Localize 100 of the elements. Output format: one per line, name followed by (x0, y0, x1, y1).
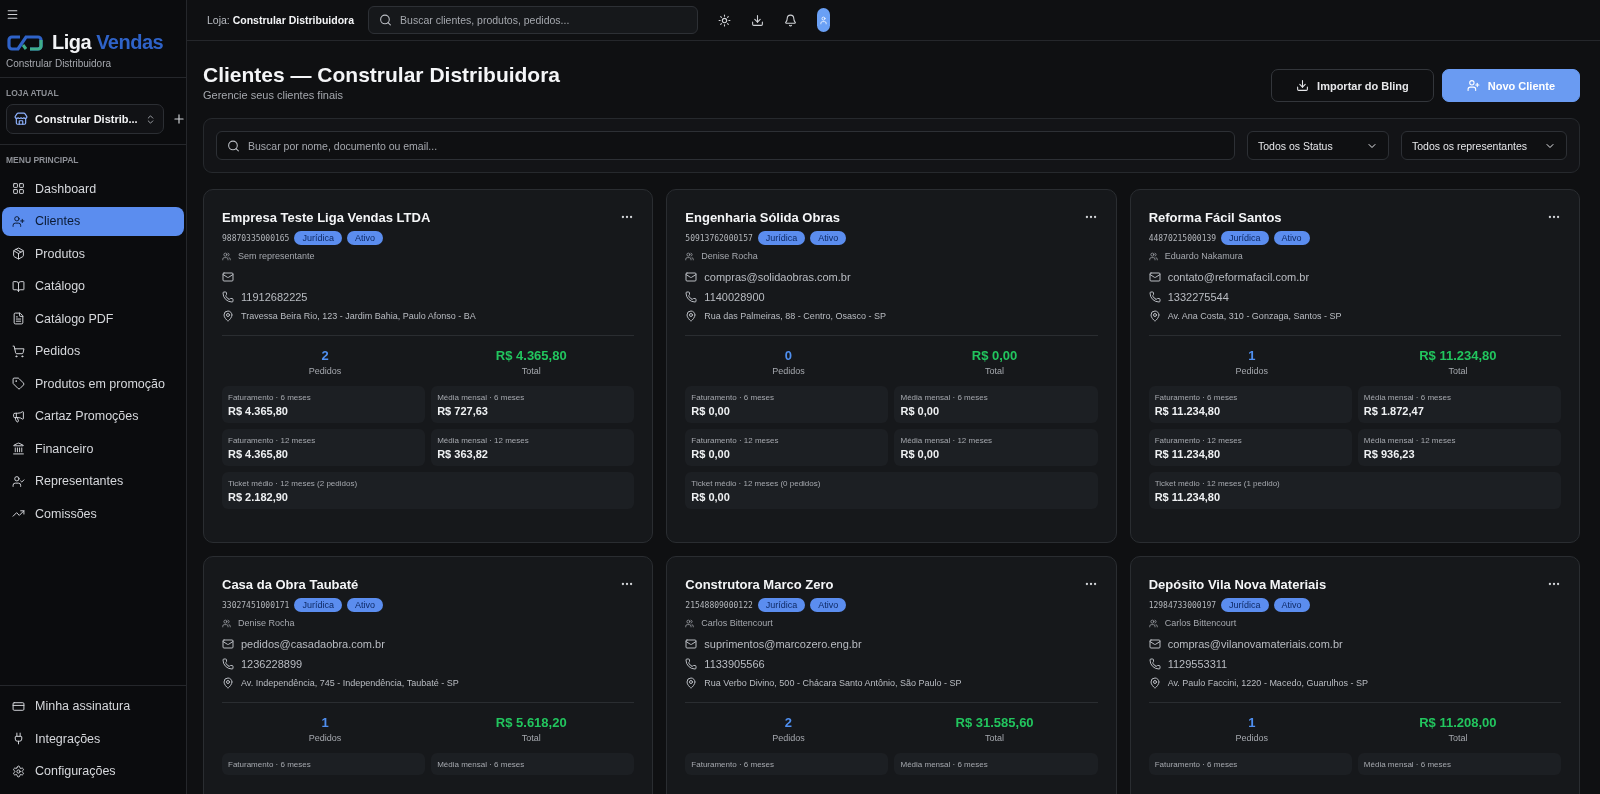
theme-button[interactable] (718, 13, 732, 27)
card-icon (12, 699, 25, 713)
nav-item[interactable]: Cartaz Promoções (2, 401, 184, 431)
grid-icon (12, 182, 25, 196)
tag: Jurídica (294, 598, 342, 612)
client-name: Engenharia Sólida Obras (685, 210, 840, 225)
nav-item[interactable]: Minha assinatura (2, 691, 184, 721)
metric-value: R$ 2.182,90 (228, 491, 289, 503)
user-icon (819, 15, 829, 25)
section-label: MENU PRINCIPAL (5, 155, 80, 167)
location-icon (222, 677, 234, 689)
nav-item[interactable]: Pedidos (2, 336, 184, 366)
store-icon (14, 112, 28, 126)
nav-item[interactable]: Configurações (2, 756, 184, 786)
metric-label: Faturamento · 6 meses (691, 393, 776, 402)
nav-item[interactable]: Produtos em promoção (2, 369, 184, 399)
nav-item[interactable]: Financeiro (2, 434, 184, 464)
users-icon (1148, 251, 1158, 261)
metric-value: R$ 0,00 (900, 405, 940, 417)
metric-label: Média mensal · 12 meses (900, 436, 994, 445)
stat-label: Total (521, 733, 541, 743)
nav-item[interactable]: Catálogo (2, 271, 184, 301)
box-icon (12, 247, 25, 261)
representative-dropdown[interactable]: Todos os representantes (1401, 131, 1567, 160)
client-email: pedidos@casadaobra.com.br (241, 638, 385, 650)
plug-icon (12, 732, 25, 746)
total-amount: R$ 11.208,00 (1419, 715, 1497, 730)
document-number: 33027451000171 (222, 600, 290, 610)
notifications-button[interactable] (784, 13, 798, 27)
metric-value: R$ 0,00 (691, 491, 731, 503)
nav-item[interactable]: Catálogo PDF (2, 304, 184, 334)
client-address: Av. Paulo Faccini, 1220 - Macedo, Guarulhos - SP (1167, 678, 1368, 688)
stat-label: Total (1448, 366, 1468, 376)
avatar-button[interactable] (817, 8, 831, 32)
bank-icon (12, 442, 25, 456)
store-selector[interactable]: Constrular Distrib... (6, 104, 164, 134)
status-dropdown[interactable]: Todos os Status (1247, 131, 1389, 160)
metric-value: R$ 11.234,80 (1154, 405, 1222, 417)
nav-item[interactable]: Comissões (2, 499, 184, 529)
nav-item[interactable]: Representantes (2, 466, 184, 496)
section-label: LOJA ATUAL (6, 88, 60, 98)
stat-label: Pedidos (308, 366, 342, 376)
client-name: Reforma Fácil Santos (1148, 210, 1282, 225)
search-field[interactable]: Buscar por nome, documento ou email... (216, 131, 1235, 160)
nav-item[interactable]: Dashboard (2, 174, 184, 204)
representative-name: Denise Rocha (238, 618, 295, 628)
client-email: compras@solidaobras.com.br (704, 271, 851, 283)
mail-icon (1148, 271, 1161, 283)
tag: Ativo (810, 231, 847, 245)
metric-label: Faturamento · 12 meses (228, 436, 317, 445)
client-email: compras@vilanovamateriais.com.br (1167, 638, 1343, 650)
metric-label: Faturamento · 6 meses (228, 393, 312, 402)
nav-item[interactable]: Clientes (2, 206, 184, 236)
menu-button[interactable] (6, 8, 19, 21)
orders-count: 1 (321, 715, 329, 730)
metric-label: Média mensal · 6 meses (900, 760, 989, 769)
metric-label: Ticket médio · 12 meses (1 pedido) (1154, 479, 1281, 488)
metric-value: R$ 11.234,80 (1154, 491, 1222, 503)
document-number: 50913762000157 (685, 233, 753, 243)
company-name: Constrular Distribuidora (6, 58, 113, 69)
client-name: Casa da Obra Taubaté (222, 577, 359, 592)
users-icon (222, 618, 231, 628)
metric-value: R$ 727,63 (437, 405, 489, 417)
metric-value: R$ 0,00 (691, 405, 731, 417)
document-number: 21548809000122 (685, 600, 753, 610)
metric-value: R$ 11.234,80 (1154, 448, 1222, 460)
add-button[interactable] (171, 112, 186, 126)
stat-label: Pedidos (772, 733, 805, 743)
client-name: Depósito Vila Nova Materiais (1148, 577, 1327, 592)
nav-item[interactable]: Integrações (2, 724, 184, 754)
tag-icon (12, 377, 25, 391)
metric-value: R$ 936,23 (1363, 448, 1416, 460)
metric-value: R$ 1.872,47 (1363, 405, 1425, 417)
tag: Ativo (1273, 231, 1310, 245)
settings-icon (12, 764, 25, 778)
phone-icon (685, 291, 698, 303)
mail-icon (685, 271, 698, 283)
page-title: Clientes — Constrular Distribuidora (203, 63, 561, 87)
metric-label: Média mensal · 12 meses (437, 436, 530, 445)
search-icon (379, 13, 393, 27)
phone-icon (685, 658, 698, 670)
metric-label: Ticket médio · 12 meses (0 pedidos) (691, 479, 822, 488)
document-number: 12984733000197 (1148, 600, 1217, 610)
metric-label: Ticket médio · 12 meses (2 pedidos) (228, 479, 359, 488)
download-button[interactable] (751, 13, 765, 27)
representative-name: Denise Rocha (701, 251, 758, 261)
stat-label: Total (985, 733, 1005, 743)
users-icon (685, 251, 695, 261)
phone-icon (1148, 291, 1161, 303)
client-phone: 11912682225 (241, 291, 308, 303)
search-field[interactable]: Buscar clientes, produtos, pedidos... (368, 6, 699, 34)
store-label: Loja: Constrular Distribuidora (207, 14, 355, 26)
nav-item[interactable]: Produtos (2, 239, 184, 269)
metric-value: R$ 0,00 (691, 448, 731, 460)
metric-label: Faturamento · 6 meses (228, 760, 312, 769)
logo-text: Liga Vendas (52, 31, 164, 54)
users-icon (222, 251, 231, 261)
import-button[interactable]: Importar do Bling (1271, 69, 1434, 102)
cart-icon (12, 344, 25, 358)
stat-label: Total (985, 366, 1005, 376)
